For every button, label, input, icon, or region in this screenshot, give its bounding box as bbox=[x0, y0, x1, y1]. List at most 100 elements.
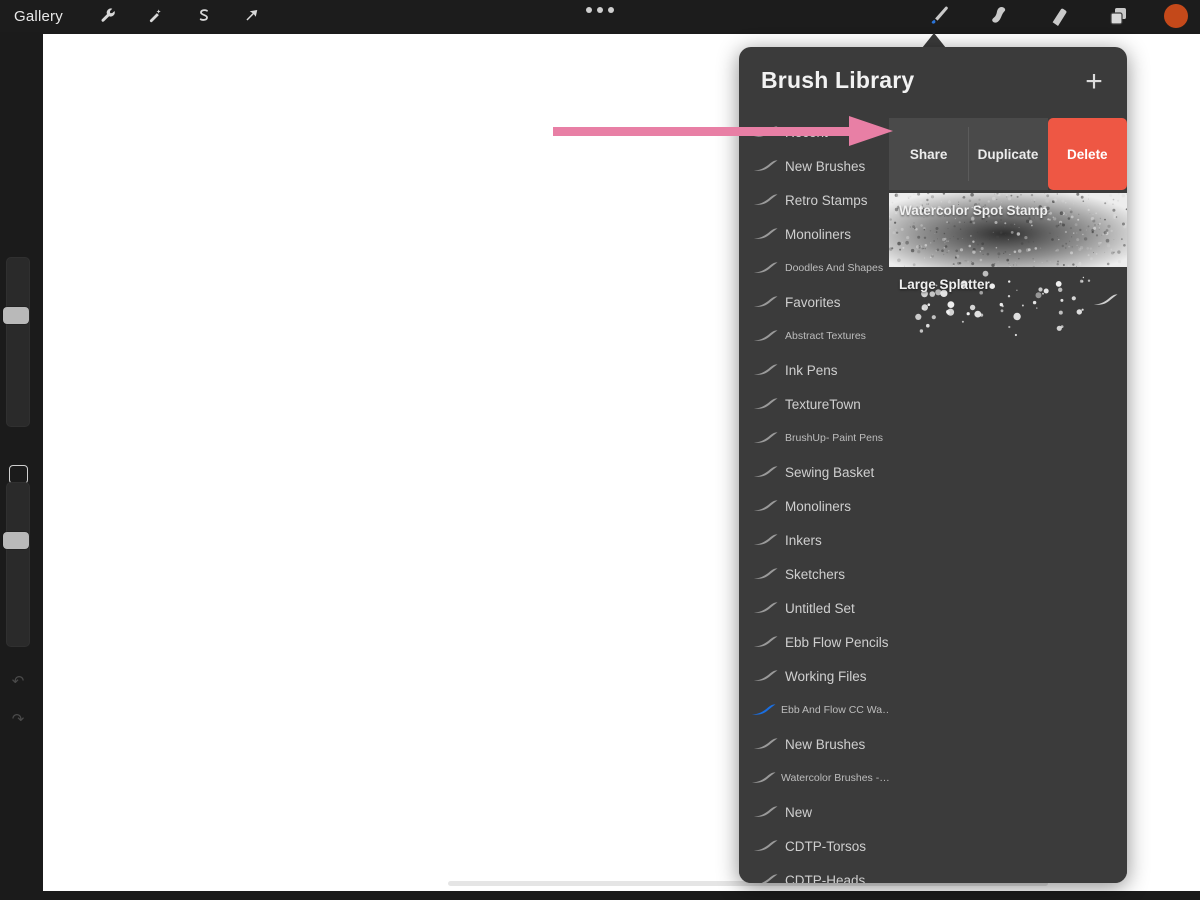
brush-set-item[interactable]: Abstract Textures bbox=[739, 319, 889, 353]
brush-set-label: Watercolor Brushes -… bbox=[781, 772, 890, 784]
brush-set-item[interactable]: New bbox=[739, 795, 889, 829]
smudge-icon[interactable] bbox=[984, 1, 1014, 31]
brush-set-label: Inkers bbox=[785, 532, 822, 548]
undo-icon[interactable]: ↶ bbox=[8, 672, 28, 692]
brush-stroke-icon bbox=[751, 839, 781, 853]
gallery-button[interactable]: Gallery bbox=[14, 8, 63, 25]
brush-set-item[interactable]: Favorites bbox=[739, 285, 889, 319]
brush-set-label: Favorites bbox=[785, 294, 841, 310]
brush-set-item[interactable]: New Brushes bbox=[739, 149, 889, 183]
brush-set-label: CDTP-Torsos bbox=[785, 838, 867, 854]
brush-set-item[interactable]: New Brushes bbox=[739, 727, 889, 761]
brush-set-item[interactable]: Monoliners bbox=[739, 217, 889, 251]
brush-set-label: Sewing Basket bbox=[785, 464, 875, 480]
brush-set-item[interactable]: BrushUp- Paint Pens bbox=[739, 421, 889, 455]
brush-stroke-icon bbox=[751, 805, 781, 819]
brush-set-item[interactable]: Ink Pens bbox=[739, 353, 889, 387]
brush-stroke-icon bbox=[751, 873, 781, 883]
brush-library-panel: Brush Library + RecentNew BrushesRetro S… bbox=[739, 47, 1127, 883]
redo-icon[interactable]: ↷ bbox=[8, 710, 28, 730]
brush-set-list[interactable]: RecentNew BrushesRetro StampsMonolinersD… bbox=[739, 115, 893, 883]
brush-set-label: Abstract Textures bbox=[785, 330, 866, 342]
brush-list-item[interactable]: Watercolor Spot Stamp bbox=[889, 193, 1127, 267]
arrow-head-icon bbox=[849, 116, 893, 146]
brush-size-slider-thumb[interactable] bbox=[3, 307, 29, 324]
brush-stroke-icon bbox=[751, 533, 781, 547]
brush-stroke-icon bbox=[751, 771, 777, 785]
sidebar-rail: ↶ ↷ bbox=[0, 32, 36, 900]
brush-stroke-icon bbox=[751, 601, 781, 615]
brush-set-item[interactable]: Watercolor Brushes -… bbox=[739, 761, 890, 795]
brush-set-label: New Brushes bbox=[785, 736, 866, 752]
brush-set-label: Sketchers bbox=[785, 566, 846, 582]
brush-stroke-icon bbox=[751, 465, 781, 479]
paintbrush-icon[interactable] bbox=[924, 1, 954, 31]
share-button[interactable]: Share bbox=[889, 118, 969, 190]
brush-stroke-icon bbox=[751, 703, 777, 717]
brush-set-item[interactable]: Ebb Flow Pencils bbox=[739, 625, 889, 659]
brush-stroke-icon bbox=[751, 635, 781, 649]
brush-stroke-icon bbox=[751, 193, 781, 207]
brush-set-label: Ebb Flow Pencils bbox=[785, 634, 889, 650]
delete-button[interactable]: Delete bbox=[1047, 118, 1127, 190]
top-toolbar: Gallery bbox=[0, 0, 1200, 32]
brush-stroke-icon bbox=[751, 227, 781, 241]
brush-set-label: BrushUp- Paint Pens bbox=[785, 432, 884, 444]
brush-set-label: Ebb And Flow CC Wa… bbox=[781, 704, 893, 716]
brush-set-item[interactable]: Sketchers bbox=[739, 557, 889, 591]
brush-set-item[interactable]: Inkers bbox=[739, 523, 889, 557]
wrench-icon[interactable] bbox=[93, 1, 123, 31]
brush-list-item[interactable]: Large Splatter bbox=[889, 267, 1127, 341]
transform-arrow-icon[interactable] bbox=[237, 1, 267, 31]
brush-set-label: Retro Stamps bbox=[785, 192, 868, 208]
brush-stroke-icon bbox=[751, 329, 781, 343]
brush-set-item[interactable]: CDTP-Heads bbox=[739, 863, 889, 883]
page-title: Brush Library bbox=[761, 67, 915, 93]
more-options-icon[interactable] bbox=[586, 7, 614, 13]
brush-set-label: Monoliners bbox=[785, 226, 852, 242]
brush-set-item[interactable]: Sewing Basket bbox=[739, 455, 889, 489]
brush-set-item[interactable]: Retro Stamps bbox=[739, 183, 889, 217]
opacity-slider-thumb[interactable] bbox=[3, 532, 29, 549]
brush-set-item[interactable]: Doodles And Shapes bbox=[739, 251, 889, 285]
brush-set-item[interactable]: CDTP-Torsos bbox=[739, 829, 889, 863]
brush-stroke-icon bbox=[751, 499, 781, 513]
brush-stroke-icon bbox=[751, 431, 781, 445]
brush-stroke-icon bbox=[751, 261, 781, 275]
selection-icon[interactable] bbox=[189, 1, 219, 31]
brush-set-label: Untitled Set bbox=[785, 600, 855, 616]
brush-stroke-icon bbox=[1093, 293, 1119, 312]
dot bbox=[597, 7, 603, 13]
brush-stroke-icon bbox=[751, 669, 781, 683]
brush-stroke-icon bbox=[751, 397, 781, 411]
brush-set-item[interactable]: TextureTown bbox=[739, 387, 889, 421]
brush-name-label: Watercolor Spot Stamp bbox=[899, 203, 1048, 218]
eraser-icon[interactable] bbox=[1044, 1, 1074, 31]
brush-stroke-icon bbox=[751, 363, 781, 377]
arrow-shaft bbox=[553, 127, 853, 136]
add-brush-set-button[interactable]: + bbox=[1079, 67, 1109, 99]
brush-set-label: Ink Pens bbox=[785, 362, 838, 378]
brush-set-item[interactable]: Ebb And Flow CC Wa… bbox=[739, 693, 893, 727]
context-menu: Share Duplicate Delete bbox=[889, 118, 1127, 190]
brush-set-label: CDTP-Heads bbox=[785, 872, 866, 884]
opacity-slider[interactable] bbox=[6, 482, 30, 647]
left-tool-group bbox=[93, 1, 267, 31]
brush-set-item[interactable]: Monoliners bbox=[739, 489, 889, 523]
layers-icon[interactable] bbox=[1104, 1, 1134, 31]
brush-name-label: Large Splatter bbox=[899, 277, 990, 292]
brush-set-label: Working Files bbox=[785, 668, 867, 684]
brush-stroke-icon bbox=[751, 737, 781, 751]
procreate-window: Gallery ↶ ↷ Brush Library + New Brushes … bbox=[0, 0, 1200, 900]
brush-set-item[interactable]: Untitled Set bbox=[739, 591, 889, 625]
magic-wand-icon[interactable] bbox=[141, 1, 171, 31]
brush-stroke-icon bbox=[751, 159, 781, 173]
duplicate-button[interactable]: Duplicate bbox=[968, 118, 1048, 190]
dot bbox=[608, 7, 614, 13]
brush-size-slider[interactable] bbox=[6, 257, 30, 427]
color-swatch-button[interactable] bbox=[1164, 4, 1188, 28]
brush-set-item[interactable]: Working Files bbox=[739, 659, 889, 693]
brush-set-label: Doodles And Shapes bbox=[785, 262, 884, 274]
brush-library-header: Brush Library + bbox=[739, 47, 1127, 115]
brush-set-label: TextureTown bbox=[785, 396, 861, 412]
